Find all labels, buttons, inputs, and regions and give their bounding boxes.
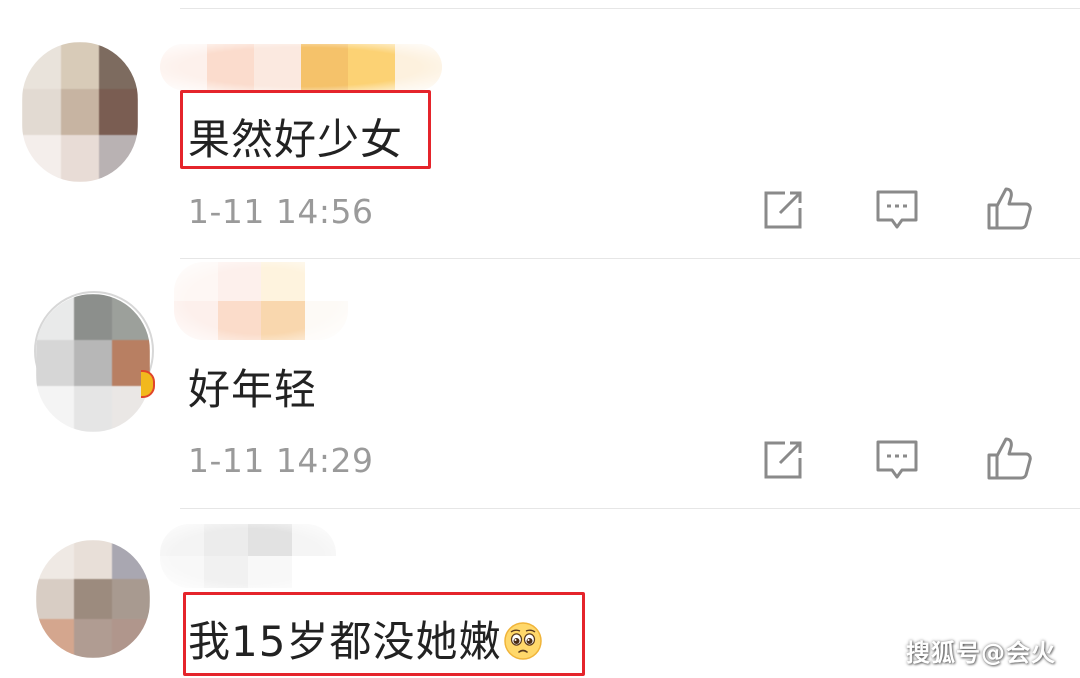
comment-list-page: 果然好少女 1-11 14:56 好年轻 1-11 14:29 我15岁都没她嫩… [0, 0, 1080, 678]
avatar[interactable] [22, 42, 138, 182]
comment-text: 好年轻 [188, 365, 318, 414]
avatar[interactable] [36, 540, 150, 658]
comment-time: 1-11 14:29 [188, 441, 374, 480]
username-blurred[interactable] [174, 262, 348, 340]
divider [180, 258, 1080, 259]
reply-comment-icon[interactable] [874, 187, 920, 233]
comment-time: 1-11 14:56 [188, 192, 374, 231]
avatar[interactable] [36, 294, 150, 432]
reply-comment-icon[interactable] [874, 437, 920, 483]
comment-text-content: 我15岁都没她嫩 [188, 617, 502, 666]
thumbs-up-icon[interactable] [986, 435, 1032, 481]
divider [180, 8, 1080, 9]
comment-text: 我15岁都没她嫩 [188, 608, 543, 669]
comment-text: 果然好少女 [188, 115, 404, 164]
badge-icon [141, 370, 155, 398]
share-icon[interactable] [760, 187, 806, 233]
username-blurred[interactable] [160, 44, 442, 90]
watermark: 搜狐号@会火 [906, 639, 1056, 667]
divider [180, 508, 1080, 509]
thumbs-up-icon[interactable] [986, 185, 1032, 231]
share-icon[interactable] [760, 437, 806, 483]
pleading-face-emoji [503, 621, 543, 661]
username-blurred[interactable] [160, 524, 336, 588]
